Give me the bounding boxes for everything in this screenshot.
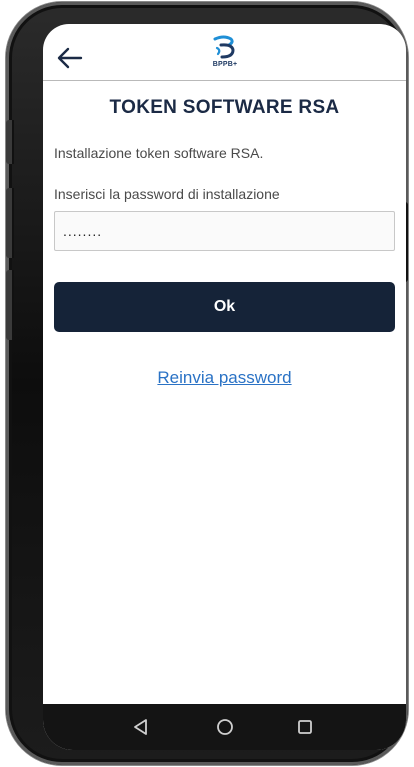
volume-down-button: [6, 270, 14, 340]
square-recents-icon[interactable]: [295, 717, 315, 737]
intro-text: Installazione token software RSA.: [54, 145, 264, 161]
bppb-logo-icon: [213, 35, 235, 59]
app-header: BPPB+: [43, 24, 406, 81]
circle-home-icon[interactable]: [215, 717, 235, 737]
arrow-left-icon[interactable]: [57, 47, 83, 69]
volume-up-button: [6, 188, 14, 258]
resend-password-link[interactable]: Reinvia password: [43, 368, 406, 388]
password-label: Inserisci la password di installazione: [54, 186, 280, 202]
bppb-logo: BPPB+: [203, 34, 247, 74]
stage: BPPB+ TOKEN SOFTWARE RSA Installazione t…: [0, 0, 414, 767]
triangle-back-icon[interactable]: [131, 717, 151, 737]
phone-frame: BPPB+ TOKEN SOFTWARE RSA Installazione t…: [6, 2, 408, 765]
android-navbar: [43, 704, 406, 750]
phone-screen: BPPB+ TOKEN SOFTWARE RSA Installazione t…: [43, 24, 406, 750]
mute-switch: [6, 120, 14, 164]
page-title: TOKEN SOFTWARE RSA: [109, 97, 340, 118]
password-input[interactable]: [54, 211, 395, 251]
ok-button[interactable]: Ok: [54, 282, 395, 332]
logo-text: BPPB+: [212, 61, 238, 68]
